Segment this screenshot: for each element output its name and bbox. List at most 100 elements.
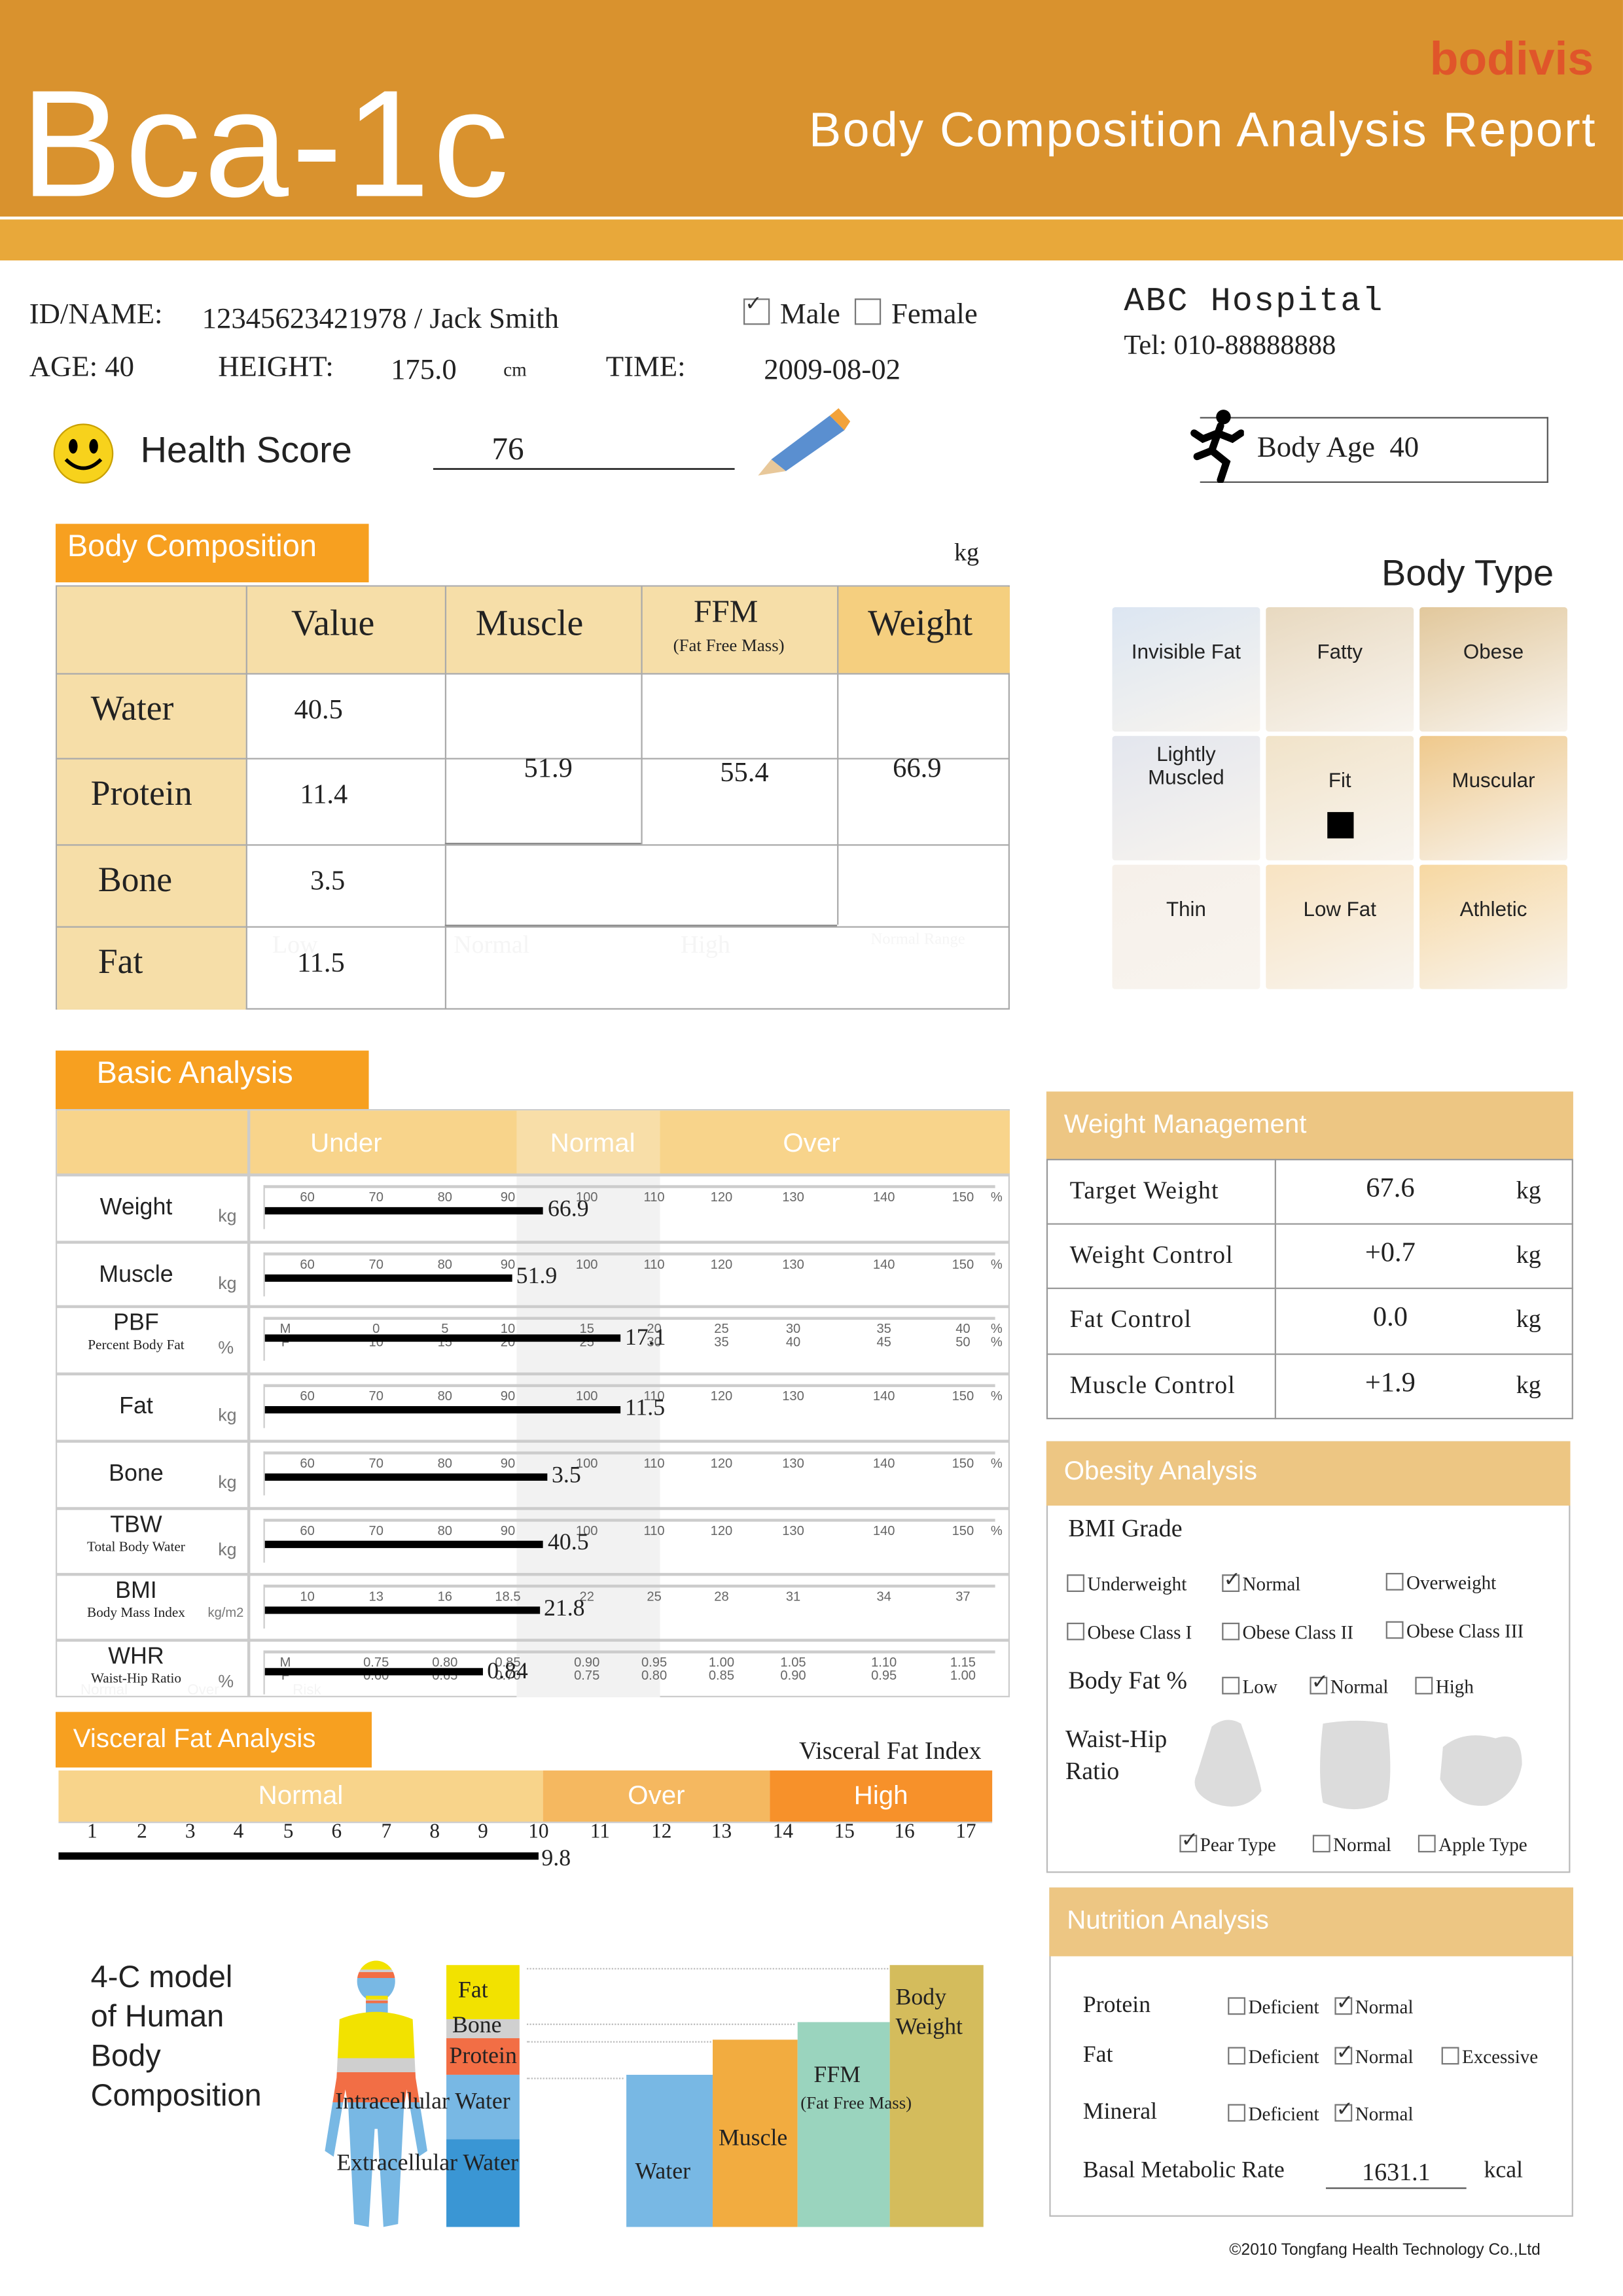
bmr-unit: kcal <box>1484 2158 1524 2183</box>
col-divider <box>837 585 839 925</box>
checked-checkbox[interactable] <box>1310 1671 1329 1696</box>
checkbox-option[interactable]: Normal <box>1310 1671 1389 1699</box>
checkbox[interactable] <box>1228 1997 1246 2015</box>
tick-label: 110 <box>643 1190 665 1205</box>
checkbox-option[interactable]: Obese Class I <box>1067 1621 1192 1645</box>
checkbox[interactable] <box>1441 2047 1459 2065</box>
wm-value: 0.0 <box>1372 1302 1408 1333</box>
tick-label: 35 <box>876 1321 891 1336</box>
guide-line <box>527 2077 624 2079</box>
checkbox[interactable] <box>1222 1676 1240 1695</box>
row-bar <box>264 1473 548 1481</box>
tick-label: 70 <box>368 1388 383 1404</box>
body-type-fatty[interactable]: Fatty <box>1266 607 1414 732</box>
checkbox-option[interactable]: High <box>1415 1675 1474 1699</box>
tick-label: 15 <box>579 1321 594 1336</box>
checkbox-option[interactable]: Low <box>1222 1675 1277 1699</box>
checkbox[interactable] <box>1312 1835 1330 1853</box>
checkbox-option[interactable]: Deficient <box>1228 2102 1319 2126</box>
checked-checkbox[interactable] <box>1222 1568 1241 1593</box>
female-checkbox[interactable] <box>855 298 882 325</box>
checkbox-option[interactable]: Pear Type <box>1179 1829 1276 1857</box>
tick-label: 110 <box>643 1256 665 1272</box>
bmi-grade-label: BMI Grade <box>1068 1514 1183 1542</box>
checkbox[interactable] <box>1067 1622 1085 1640</box>
vf-tick: 9 <box>478 1822 488 1844</box>
body-type-low-fat[interactable]: Low Fat <box>1266 864 1414 989</box>
body-type-thin[interactable]: Thin <box>1112 864 1260 989</box>
checkbox-option[interactable]: Deficient <box>1228 1996 1319 2019</box>
body-type-label: Invisible Fat <box>1131 639 1241 663</box>
checkbox-label: Excessive <box>1461 2045 1539 2068</box>
vf-tick: 14 <box>772 1822 794 1844</box>
tick-label: 80 <box>437 1256 453 1272</box>
checkbox-label: Normal <box>1355 2045 1414 2068</box>
body-type-obese[interactable]: Obese <box>1419 607 1567 732</box>
tick-label: 0.90 <box>574 1655 600 1670</box>
body-type-fit[interactable]: Fit <box>1266 735 1414 860</box>
male-checkbox[interactable] <box>743 292 770 325</box>
checkbox-option[interactable]: Normal <box>1312 1833 1391 1857</box>
checkbox-label: High <box>1435 1675 1474 1697</box>
col-divider <box>641 585 643 845</box>
faint-label: Low <box>272 930 318 959</box>
wm-value: +1.9 <box>1364 1368 1416 1399</box>
body-shape-icons <box>1194 1720 1522 1810</box>
checkbox-option[interactable]: Normal <box>1334 2041 1414 2069</box>
checked-checkbox[interactable] <box>1334 2041 1353 2066</box>
body-type-label: Obese <box>1463 639 1524 663</box>
guide-line <box>527 2041 711 2043</box>
female-label: Female <box>891 298 978 331</box>
checkbox-option[interactable]: Normal <box>1334 2098 1414 2126</box>
checkbox-option[interactable]: Apple Type <box>1418 1833 1527 1857</box>
checkbox[interactable] <box>1385 1621 1404 1639</box>
tick-label: 150 <box>952 1256 974 1272</box>
vf-tick: 7 <box>381 1822 392 1844</box>
checkbox[interactable] <box>1222 1622 1240 1640</box>
tick-label: 45 <box>876 1334 891 1349</box>
checkbox[interactable] <box>1228 2047 1246 2065</box>
tick-label: 110 <box>643 1456 665 1471</box>
tick-label: 28 <box>714 1589 729 1604</box>
checkbox-option[interactable]: Overweight <box>1385 1572 1496 1595</box>
tick-label: 0.75 <box>363 1655 389 1670</box>
guide-line <box>527 2023 795 2025</box>
checkbox[interactable] <box>1418 1835 1436 1853</box>
checkbox[interactable] <box>1385 1572 1404 1591</box>
tick-label: 100 <box>575 1256 598 1272</box>
tick-label: M <box>279 1321 291 1336</box>
body-type-muscular[interactable]: Muscular <box>1419 735 1567 860</box>
checkbox[interactable] <box>1067 1574 1085 1592</box>
checkbox-option[interactable]: Obese Class III <box>1385 1619 1524 1643</box>
body-type-label: Muscular <box>1452 768 1535 792</box>
body-type-athletic[interactable]: Athletic <box>1419 864 1567 989</box>
checkbox-option[interactable]: Deficient <box>1228 2045 1319 2069</box>
body-type-invisible-fat[interactable]: Invisible Fat <box>1112 607 1260 732</box>
row-label-bone: Bone <box>98 862 173 900</box>
row-bar <box>264 1274 512 1282</box>
row-value-protein: 11.4 <box>300 779 348 811</box>
checkbox-option[interactable]: Underweight <box>1067 1573 1186 1597</box>
checked-checkbox[interactable] <box>1334 2098 1353 2123</box>
wm-label: Weight Control <box>1069 1241 1234 1269</box>
checked-checkbox[interactable] <box>1179 1829 1198 1854</box>
row-unit: kg <box>218 1273 237 1294</box>
checkbox-option[interactable]: Obese Class II <box>1222 1621 1353 1645</box>
checkbox[interactable] <box>1415 1676 1433 1695</box>
checkbox-option[interactable]: Normal <box>1334 1991 1414 2019</box>
health-score-label: Health Score <box>140 430 352 472</box>
checkbox-option[interactable]: Normal <box>1222 1568 1300 1597</box>
body-composition-unit: kg <box>954 538 980 567</box>
tick-label: 120 <box>710 1190 733 1205</box>
row-sublabel: Total Body Water <box>87 1540 185 1556</box>
vf-tick: 8 <box>429 1822 440 1844</box>
sex-select[interactable]: Male Female <box>743 292 978 332</box>
checkbox[interactable] <box>1228 2104 1246 2122</box>
tick-label: 13 <box>368 1589 383 1604</box>
checkbox-option[interactable]: Excessive <box>1441 2045 1539 2069</box>
body-type-lightly-muscled[interactable]: Lightly Muscled <box>1112 735 1260 860</box>
tick-label: 1.00 <box>708 1655 735 1670</box>
row-label: Weight <box>99 1195 173 1220</box>
checked-checkbox[interactable] <box>1334 1991 1353 2016</box>
tick-label: % <box>990 1190 1003 1205</box>
